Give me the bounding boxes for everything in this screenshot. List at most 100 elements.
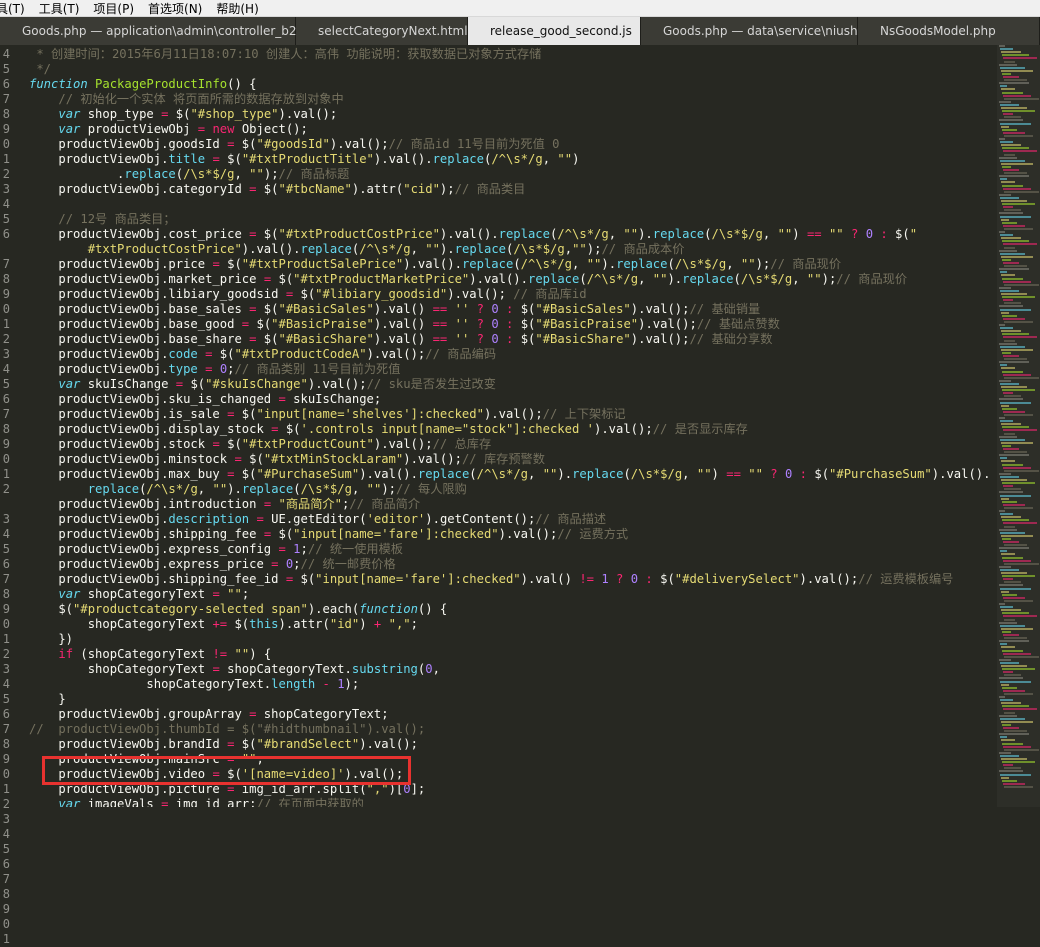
- code-area[interactable]: * 创建时间：2015年6月11日18:07:10 创建人：高伟 功能说明：获取…: [29, 45, 997, 807]
- line-number: 9: [2, 602, 10, 616]
- editor-tab-1[interactable]: selectCategoryNext.html×: [296, 17, 486, 45]
- code-token: $(: [513, 302, 536, 316]
- minimap-line: [1002, 649, 1023, 652]
- minimap-line: [1000, 159, 1025, 162]
- minimap-line: [1000, 699, 1013, 702]
- code-token: ).val(): [373, 332, 433, 346]
- minimap-line: [1002, 575, 1035, 578]
- code-token: =: [278, 392, 286, 406]
- minimap-line: [1003, 76, 1019, 78]
- line-number: 9: [2, 752, 10, 766]
- line-number: 2: [2, 797, 10, 811]
- minimap-line: [1004, 525, 1015, 528]
- code-editor[interactable]: 4567890123456789012345678901234567890123…: [0, 45, 1040, 946]
- code-token: (: [733, 272, 741, 286]
- minimap-line: [1000, 568, 1019, 571]
- minimap-line: [1004, 395, 1021, 398]
- minimap-line: [1002, 389, 1035, 392]
- line-number: 1: [2, 317, 10, 331]
- code-line: var skuIsChange = $("#skuIsChange").val(…: [29, 377, 496, 392]
- minimap-line: [1003, 559, 1031, 562]
- code-token: ).: [227, 482, 242, 496]
- code-token: ,: [234, 167, 250, 181]
- menu-item-2[interactable]: 项目(P): [93, 0, 134, 16]
- menu-item-1[interactable]: 工具(T): [39, 0, 80, 16]
- minimap-line: [1000, 364, 1007, 367]
- code-line: productViewObj.groupArray = shopCategory…: [29, 707, 388, 722]
- code-token: ?: [476, 332, 484, 346]
- code-token: /\s*$/g: [513, 242, 565, 256]
- minimap-line: [999, 770, 1023, 773]
- code-token: productViewObj.libiary_goodsid: [29, 287, 286, 301]
- code-token: ).val();: [329, 137, 389, 151]
- code-token: */: [29, 62, 52, 76]
- minimap-line: [999, 640, 1029, 643]
- minimap-line: [1001, 758, 1027, 760]
- code-token: productViewObj.minstock: [29, 452, 235, 466]
- code-token: productViewObj.: [29, 362, 169, 376]
- code-line: productViewObj.shipping_fee = $("input[n…: [29, 527, 628, 542]
- code-token: var: [58, 122, 81, 136]
- code-token: skuIsChange;: [285, 392, 382, 406]
- line-number: 3: [2, 512, 10, 526]
- code-token: ).val(): [373, 317, 433, 331]
- minimap-line: [1004, 283, 1039, 286]
- minimap-line: [1000, 252, 1025, 255]
- minimap-line: [1002, 761, 1035, 764]
- minimap-line: [1003, 578, 1013, 581]
- editor-tab-3[interactable]: Goods.php — data\service\niushop×: [641, 17, 891, 45]
- minimap-line: [1000, 215, 1031, 218]
- code-token: shopCategoryText: [29, 617, 213, 631]
- code-token: "#txtProductMarketPrice": [293, 272, 470, 286]
- minimap-line: [1000, 66, 1025, 69]
- code-token: productViewObj.max_buy: [29, 467, 228, 481]
- code-token: $(: [293, 572, 316, 586]
- code-token: replace: [527, 272, 580, 286]
- code-token: // 商品标题: [278, 167, 350, 181]
- minimap-line: [1003, 652, 1031, 655]
- menu-item-3[interactable]: 首选项(N): [148, 0, 202, 16]
- line-number: 0: [2, 917, 10, 931]
- code-token: '': [454, 317, 470, 331]
- minimap-line: [999, 249, 1017, 252]
- code-line: var imageVals = img_id_arr;// 在页面中获取的: [29, 797, 363, 807]
- line-number: 1: [2, 782, 10, 796]
- code-token: ,: [351, 482, 367, 496]
- code-token: "": [806, 272, 822, 286]
- editor-tab-2[interactable]: release_good_second.js×: [468, 17, 650, 45]
- code-token: productViewObj.sku_is_changed: [29, 392, 279, 406]
- menu-item-0[interactable]: 具(T): [0, 0, 25, 16]
- menu-item-4[interactable]: 帮助(H): [216, 0, 258, 16]
- code-token: PackageProductInfo: [95, 77, 228, 91]
- minimap-line: [1001, 162, 1033, 165]
- minimap-line: [999, 138, 1005, 140]
- minimap-line: [1001, 441, 1033, 444]
- code-token: // 商品类别 11号目前为死值: [234, 362, 401, 376]
- code-token: // 总库存: [432, 437, 492, 451]
- minimap-line: [1002, 426, 1029, 429]
- minimap[interactable]: [997, 45, 1040, 807]
- editor-tab-0[interactable]: Goods.php — application\admin\controller…: [0, 17, 321, 45]
- editor-tab-4[interactable]: NsGoodsModel.php: [858, 17, 1040, 45]
- minimap-line: [1000, 531, 1025, 534]
- code-line: productViewObj.is_sale = $("input[name='…: [29, 407, 625, 422]
- minimap-line: [999, 45, 1005, 47]
- minimap-line: [1003, 429, 1037, 432]
- code-token: $(: [256, 182, 279, 196]
- minimap-line: [1001, 237, 1021, 240]
- code-line: }: [29, 692, 65, 707]
- code-token: $(: [168, 107, 191, 121]
- line-number: 8: [2, 272, 10, 286]
- minimap-line: [1001, 255, 1033, 258]
- minimap-line: [1000, 661, 1019, 664]
- code-token: shop_type: [80, 107, 162, 121]
- code-token: ).val();: [594, 422, 653, 436]
- minimap-line: [1000, 773, 1031, 776]
- code-token: '': [454, 332, 470, 346]
- code-token: (: [175, 167, 184, 181]
